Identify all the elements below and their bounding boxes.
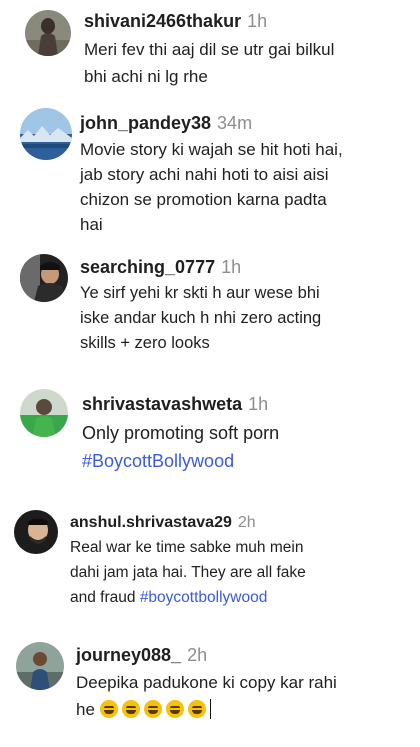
comment-timestamp: 2h bbox=[187, 645, 208, 665]
comment-timestamp: 1h bbox=[221, 257, 242, 277]
comment-timestamp: 1h bbox=[247, 11, 268, 31]
comment-body: shivani2466thakur 1h Meri fev thi aaj dil… bbox=[84, 11, 335, 90]
grinning-face-emoji bbox=[143, 699, 162, 718]
comment-timestamp: 2h bbox=[237, 514, 256, 531]
comment-text: Only promoting soft porn bbox=[82, 422, 280, 443]
comment-timestamp: 1h bbox=[248, 394, 269, 414]
avatar[interactable] bbox=[25, 10, 71, 56]
hashtag-link[interactable]: #BoycottBollywood bbox=[82, 451, 234, 471]
comment-text: Meri fev thi aaj dil se utr gai bilkul b… bbox=[84, 39, 335, 86]
grinning-face-emoji bbox=[187, 699, 206, 718]
comment-username[interactable]: searching_0777 bbox=[80, 257, 215, 277]
emoji-row bbox=[99, 699, 210, 719]
avatar[interactable] bbox=[14, 510, 58, 554]
comment-body: journey088_ 2h Deepika padukone ki copy k… bbox=[76, 645, 337, 723]
comment-username[interactable]: anshul.shrivastava29 bbox=[70, 514, 232, 531]
comment-text: Movie story ki wajah se hit hoti hai, ja… bbox=[80, 139, 343, 234]
comment-text: Ye sirf yehi kr skti h aur wese bhi iske… bbox=[80, 283, 322, 352]
comment-username[interactable]: john_pandey38 bbox=[80, 113, 211, 133]
comment-body: anshul.shrivastava29 2h Real war ke time … bbox=[70, 514, 306, 610]
avatar[interactable] bbox=[20, 254, 68, 302]
avatar[interactable] bbox=[20, 108, 72, 160]
comment-body: shrivastavashweta 1h Only promoting soft … bbox=[82, 394, 280, 475]
comment-body: john_pandey38 34m Movie story ki wajah se… bbox=[80, 113, 343, 237]
avatar[interactable] bbox=[16, 642, 64, 690]
comment-username[interactable]: shrivastavashweta bbox=[82, 394, 242, 414]
hashtag-link[interactable]: #boycottbollywood bbox=[140, 589, 268, 606]
comment-username[interactable]: journey088_ bbox=[76, 645, 181, 665]
comment-username[interactable]: shivani2466thakur bbox=[84, 11, 241, 31]
grinning-face-emoji bbox=[121, 699, 140, 718]
grinning-face-emoji bbox=[165, 699, 184, 718]
comment-body: searching_0777 1h Ye sirf yehi kr skti h … bbox=[80, 257, 322, 356]
grinning-face-emoji bbox=[99, 699, 118, 718]
text-cursor bbox=[209, 698, 211, 719]
comment-timestamp: 34m bbox=[217, 113, 253, 133]
avatar[interactable] bbox=[20, 389, 68, 437]
